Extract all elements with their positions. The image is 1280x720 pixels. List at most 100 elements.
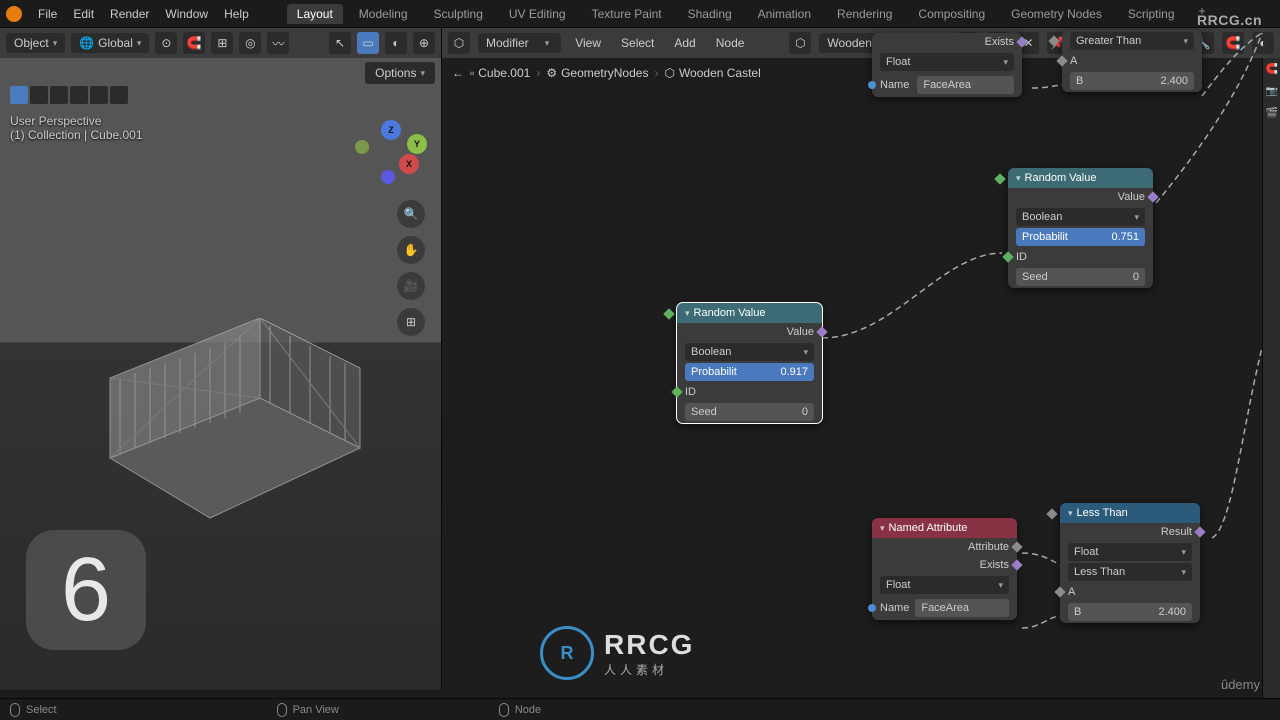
- node-editor[interactable]: ⬡ Modifier▾ View Select Add Node ⬡ Woode…: [442, 28, 1280, 690]
- cursor-tool-icon[interactable]: ↖: [329, 32, 351, 54]
- node-menu-node[interactable]: Node: [710, 36, 751, 50]
- options-button[interactable]: Options▾: [365, 62, 435, 84]
- rv2-seed[interactable]: Seed0: [685, 403, 814, 421]
- tab-shading[interactable]: Shading: [678, 4, 742, 24]
- na2-name-field[interactable]: FaceArea: [915, 599, 1009, 617]
- na2-title[interactable]: ▾Named Attribute: [872, 518, 1017, 538]
- orbit-gizmo[interactable]: Z Y X: [361, 120, 421, 180]
- tab-sculpting[interactable]: Sculpting: [424, 4, 493, 24]
- modifier-dropdown[interactable]: Modifier▾: [478, 33, 561, 53]
- snap-node-icon[interactable]: 🧲: [1222, 32, 1244, 54]
- menu-help[interactable]: Help: [216, 7, 257, 21]
- watermark-bottom: ûdemy: [1221, 677, 1260, 692]
- rv1-value-out: Value: [1008, 188, 1153, 206]
- lt-op[interactable]: Less Than▾: [1068, 563, 1192, 581]
- tab-rendering[interactable]: Rendering: [827, 4, 902, 24]
- tab-geonodes[interactable]: Geometry Nodes: [1001, 4, 1112, 24]
- menu-edit[interactable]: Edit: [65, 7, 102, 21]
- rv1-id: ID: [1008, 248, 1153, 266]
- x-axis-icon[interactable]: X: [399, 154, 419, 174]
- node-menu-view[interactable]: View: [569, 36, 607, 50]
- wm-small: 人人素材: [604, 661, 694, 678]
- rv2-type[interactable]: Boolean▾: [685, 343, 814, 361]
- tab-uv[interactable]: UV Editing: [499, 4, 576, 24]
- menu-render[interactable]: Render: [102, 7, 157, 21]
- y-axis-icon[interactable]: Y: [407, 134, 427, 154]
- curve-icon[interactable]: 〰: [267, 32, 289, 54]
- bc-modifier[interactable]: ⚙ GeometryNodes: [546, 66, 648, 80]
- bc-tree[interactable]: ⬡ Wooden Castel: [664, 66, 760, 80]
- menu-file[interactable]: File: [30, 7, 65, 21]
- cursor-icon[interactable]: [10, 86, 28, 104]
- pan-icon[interactable]: ✋: [397, 236, 425, 264]
- pivot-icon[interactable]: ⊙: [155, 32, 177, 54]
- tab-animation[interactable]: Animation: [748, 4, 821, 24]
- rv1-title[interactable]: ▾Random Value: [1008, 168, 1153, 188]
- node-random-value-2[interactable]: ▾Random Value Value Boolean▾ Probabilit0…: [677, 303, 822, 423]
- orientation-dropdown[interactable]: 🌐Global▾: [71, 33, 149, 53]
- tab-scripting[interactable]: Scripting: [1118, 4, 1185, 24]
- camera-icon[interactable]: 🎥: [397, 272, 425, 300]
- lt-b-field[interactable]: B2.400: [1068, 603, 1192, 621]
- tree-type-icon[interactable]: ⬡: [789, 32, 811, 54]
- orient-label: Global: [98, 36, 133, 50]
- node-editor-type-icon[interactable]: ⬡: [448, 32, 470, 54]
- snap-icon[interactable]: 🧲: [183, 32, 205, 54]
- neg-z-icon[interactable]: [381, 170, 395, 184]
- lt-title[interactable]: ▾Less Than: [1060, 503, 1200, 523]
- rv2-title[interactable]: ▾Random Value: [677, 303, 822, 323]
- type-select[interactable]: Float▾: [880, 53, 1014, 71]
- back-icon[interactable]: ←: [452, 66, 464, 80]
- node-menu-add[interactable]: Add: [668, 36, 701, 50]
- node-less-than[interactable]: ▾Less Than Result Float▾ Less Than▾ A B2…: [1060, 503, 1200, 623]
- name-field[interactable]: FaceArea: [917, 76, 1014, 94]
- viewport-3d[interactable]: Object▾ 🌐Global▾ ⊙ 🧲 ⊞ ◎ 〰 ↖ ▭ ◐ ⊕: [0, 28, 442, 690]
- tab-compositing[interactable]: Compositing: [908, 4, 995, 24]
- magnet-icon[interactable]: 🧲: [1263, 58, 1280, 80]
- menu-window[interactable]: Window: [157, 7, 216, 21]
- modifier-label: Modifier: [486, 36, 529, 50]
- viewport-side-tools: 🔍 ✋ 🎥 ⊞: [397, 200, 425, 336]
- persp-icon[interactable]: ⊞: [397, 308, 425, 336]
- extra-select-icon[interactable]: [110, 86, 128, 104]
- gt-b-field[interactable]: B2.400: [1070, 72, 1194, 90]
- mode-dropdown[interactable]: Object▾: [6, 33, 65, 53]
- rv1-prob[interactable]: Probabilit0.751: [1016, 228, 1145, 246]
- node-named-attribute-top[interactable]: Exists Float▾ Name FaceArea: [872, 33, 1022, 97]
- node-named-attribute-bottom[interactable]: ▾Named Attribute Attribute Exists Float▾…: [872, 518, 1017, 620]
- circle-select-icon[interactable]: [50, 86, 68, 104]
- prop-edit-icon[interactable]: ◎: [239, 32, 261, 54]
- tab-modeling[interactable]: Modeling: [349, 4, 418, 24]
- na2-type[interactable]: Float▾: [880, 576, 1009, 594]
- tab-layout[interactable]: Layout: [287, 4, 343, 24]
- mouse-middle-icon: [277, 703, 287, 717]
- camera-panel-icon[interactable]: 📷: [1263, 80, 1280, 102]
- bc-object[interactable]: ▫ Cube.001: [470, 66, 530, 80]
- shading-icon[interactable]: ◐: [385, 32, 407, 54]
- tab-texture[interactable]: Texture Paint: [582, 4, 672, 24]
- mode-label: Object: [14, 36, 49, 50]
- scene-panel-icon[interactable]: 🎬: [1263, 102, 1280, 124]
- gt-select[interactable]: Greater Than▾: [1070, 32, 1194, 50]
- tweak-select-icon[interactable]: [90, 86, 108, 104]
- rv1-seed[interactable]: Seed0: [1016, 268, 1145, 286]
- lt-type[interactable]: Float▾: [1068, 543, 1192, 561]
- node-menu-select[interactable]: Select: [615, 36, 660, 50]
- node-greater-than[interactable]: Greater Than▾ A B2.400: [1062, 30, 1202, 92]
- box-select-icon[interactable]: [30, 86, 48, 104]
- z-axis-icon[interactable]: Z: [381, 120, 401, 140]
- lt-result-out: Result: [1060, 523, 1200, 541]
- rv1-type[interactable]: Boolean▾: [1016, 208, 1145, 226]
- select-tool-icon[interactable]: ▭: [357, 32, 379, 54]
- status-select: Select: [10, 703, 57, 717]
- rv2-prob[interactable]: Probabilit0.917: [685, 363, 814, 381]
- snap-mode-icon[interactable]: ⊞: [211, 32, 233, 54]
- lasso-select-icon[interactable]: [70, 86, 88, 104]
- mouse-left-icon: [10, 703, 20, 717]
- neg-y-icon[interactable]: [355, 140, 369, 154]
- node-random-value-1[interactable]: ▾Random Value Value Boolean▾ Probabilit0…: [1008, 168, 1153, 288]
- overlay-node-icon[interactable]: ◐: [1252, 32, 1274, 54]
- name-input-row: Name FaceArea: [872, 73, 1022, 97]
- overlay-icon[interactable]: ⊕: [413, 32, 435, 54]
- zoom-icon[interactable]: 🔍: [397, 200, 425, 228]
